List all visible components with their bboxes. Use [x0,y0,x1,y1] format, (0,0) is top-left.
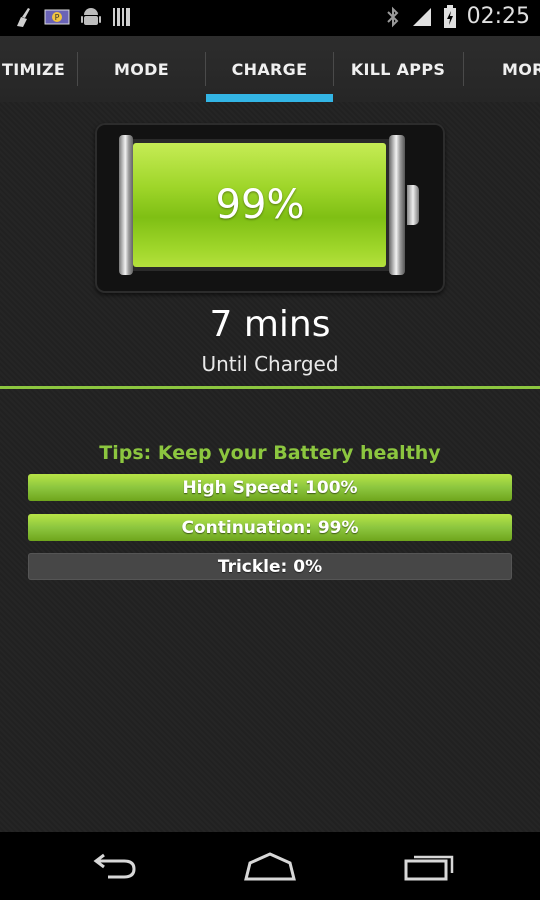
tab-bar: TIMIZE MODE CHARGE KILL APPS MOR [0,36,540,103]
stage-label: Trickle: 0% [217,556,323,577]
charge-panel: 99% 7 mins Until Charged Tips: Keep your… [0,102,540,832]
system-status-icons: 02:25 [385,4,530,29]
battery-body: 99% [119,135,419,275]
status-bar: P 02:25 [0,0,540,36]
tab-label: TIMIZE [2,59,66,79]
tab-label: MODE [114,59,169,79]
tab-label: CHARGE [231,59,308,79]
time-until-charged: 7 mins [209,304,331,345]
stage-label: High Speed: 100% [182,477,358,498]
tab-charge[interactable]: CHARGE [206,36,333,102]
navigation-bar [0,832,540,900]
stage-high-speed: High Speed: 100% [28,474,512,501]
signal-icon [412,7,431,26]
tab-kill-apps[interactable]: KILL APPS [334,36,462,102]
back-icon [93,853,136,879]
home-button[interactable] [235,846,305,886]
stage-label: Continuation: 99% [181,517,359,538]
stage-continuation: Continuation: 99% [28,514,512,541]
recent-apps-button[interactable] [395,846,465,886]
selected-tab-indicator [206,94,333,102]
tab-label: MOR [502,59,540,79]
battery-percent: 99% [215,182,305,228]
battery-widget: 99% [95,123,445,293]
battery-charging-icon [443,4,456,28]
home-icon [244,852,296,881]
broom-icon [17,8,30,27]
clock: 02:25 [466,4,530,29]
until-charged-label: Until Charged [201,352,339,376]
recent-apps-icon [404,855,454,881]
tab-optimize[interactable]: TIMIZE [0,36,78,102]
p-notification-icon: P [44,9,70,25]
section-divider [0,386,540,389]
notification-icons: P [14,6,132,28]
svg-text:P: P [55,13,60,22]
tab-mode[interactable]: MODE [78,36,205,102]
tips-title: Tips: Keep your Battery healthy [99,442,441,464]
bluetooth-icon [386,6,399,27]
stage-trickle: Trickle: 0% [28,553,512,580]
tab-more[interactable]: MOR [464,36,540,102]
barcode-icon [113,8,130,26]
back-button[interactable] [78,846,148,886]
tab-label: KILL APPS [350,59,446,79]
battery-terminal [407,185,419,225]
android-icon [81,8,101,25]
